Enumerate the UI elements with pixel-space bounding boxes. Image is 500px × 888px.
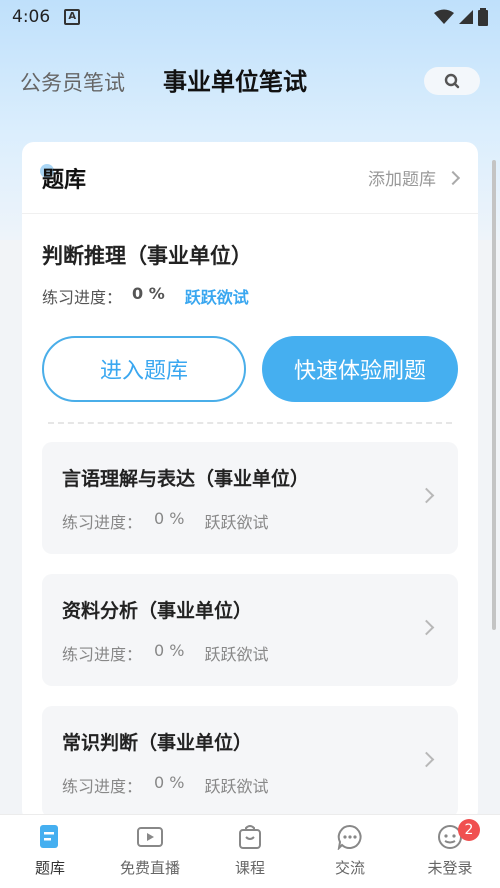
progress-status: 跃跃欲试 — [204, 513, 269, 532]
status-icons — [434, 8, 488, 26]
status-time: 4:06 — [12, 7, 51, 27]
tab-public-institution-label: 事业单位笔试 — [163, 68, 307, 96]
list-item-title: 常识判断（事业单位） — [62, 732, 253, 754]
course-bag-icon — [236, 823, 264, 851]
list-item-title: 言语理解与表达（事业单位） — [62, 468, 310, 490]
tab-public-institution[interactable]: 事业单位笔试 — [157, 62, 313, 99]
list-item-title: 资料分析（事业单位） — [62, 600, 253, 622]
list-item[interactable]: 资料分析（事业单位） 练习进度： 0 % 跃跃欲试 — [42, 574, 458, 686]
featured-progress: 练习进度： 0 % 跃跃欲试 — [42, 284, 458, 308]
featured-bank: 判断推理（事业单位） 练习进度： 0 % 跃跃欲试 进入题库 快速体验刷题 — [22, 214, 478, 424]
list-item-progress: 练习进度： 0 % 跃跃欲试 — [62, 641, 438, 665]
nav-label: 免费直播 — [119, 859, 180, 877]
card-header: 题库 添加题库 — [22, 142, 478, 214]
progress-status: 跃跃欲试 — [184, 288, 249, 307]
progress-status: 跃跃欲试 — [204, 645, 269, 664]
list-item[interactable]: 言语理解与表达（事业单位） 练习进度： 0 % 跃跃欲试 — [42, 442, 458, 554]
featured-actions: 进入题库 快速体验刷题 — [42, 336, 458, 402]
chevron-right-icon — [445, 170, 461, 185]
app-notification-icon: A — [64, 9, 81, 25]
list-item-progress: 练习进度： 0 % 跃跃欲试 — [62, 773, 438, 797]
bank-list: 言语理解与表达（事业单位） 练习进度： 0 % 跃跃欲试 资料分析（事业单位） … — [22, 424, 478, 818]
progress-value: 0 % — [132, 284, 165, 303]
notification-badge: 2 — [458, 819, 480, 841]
add-question-bank-link[interactable]: 添加题库 — [368, 165, 461, 190]
nav-free-live[interactable]: 免费直播 — [100, 815, 200, 888]
nav-profile[interactable]: 2 未登录 — [400, 815, 500, 888]
search-icon — [444, 73, 460, 89]
list-item-progress: 练习进度： 0 % 跃跃欲试 — [62, 509, 438, 533]
nav-label: 课程 — [234, 859, 265, 877]
search-button[interactable] — [424, 67, 480, 95]
wifi-icon — [434, 9, 454, 24]
enter-bank-button[interactable]: 进入题库 — [42, 336, 246, 402]
add-question-bank-label: 添加题库 — [368, 170, 436, 190]
tab-civil-servant[interactable]: 公务员笔试 — [20, 67, 125, 97]
nav-label: 交流 — [334, 859, 365, 877]
featured-title: 判断推理（事业单位） — [42, 244, 252, 268]
progress-label: 练习进度： — [62, 513, 143, 532]
progress-label: 练习进度： — [62, 777, 143, 796]
quick-practice-button[interactable]: 快速体验刷题 — [262, 336, 458, 402]
progress-label: 练习进度： — [62, 645, 143, 664]
nav-community[interactable]: 交流 — [300, 815, 400, 888]
nav-label: 未登录 — [427, 859, 473, 877]
progress-value: 0 % — [154, 773, 185, 792]
progress-status: 跃跃欲试 — [204, 777, 269, 796]
battery-icon — [478, 8, 488, 26]
progress-value: 0 % — [154, 509, 185, 528]
progress-value: 0 % — [154, 641, 185, 660]
nav-label: 题库 — [34, 859, 65, 877]
question-bank-card: 题库 添加题库 判断推理（事业单位） 练习进度： 0 % 跃跃欲试 进入题库 快… — [22, 142, 478, 822]
nav-courses[interactable]: 课程 — [200, 815, 300, 888]
signal-icon — [459, 10, 473, 24]
question-bank-icon — [36, 823, 64, 851]
chat-bubble-icon — [336, 823, 364, 851]
progress-label: 练习进度： — [42, 288, 123, 307]
scrollbar[interactable] — [492, 160, 496, 630]
card-title: 题库 — [42, 167, 87, 193]
status-bar: 4:06 A — [0, 0, 500, 34]
bottom-navigation: 题库 免费直播 课程 交流 2 未登录 — [0, 814, 500, 888]
live-video-icon — [136, 823, 164, 851]
nav-question-bank[interactable]: 题库 — [0, 815, 100, 888]
exam-tabs: 公务员笔试 事业单位笔试 — [20, 62, 345, 99]
list-item[interactable]: 常识判断（事业单位） 练习进度： 0 % 跃跃欲试 — [42, 706, 458, 818]
